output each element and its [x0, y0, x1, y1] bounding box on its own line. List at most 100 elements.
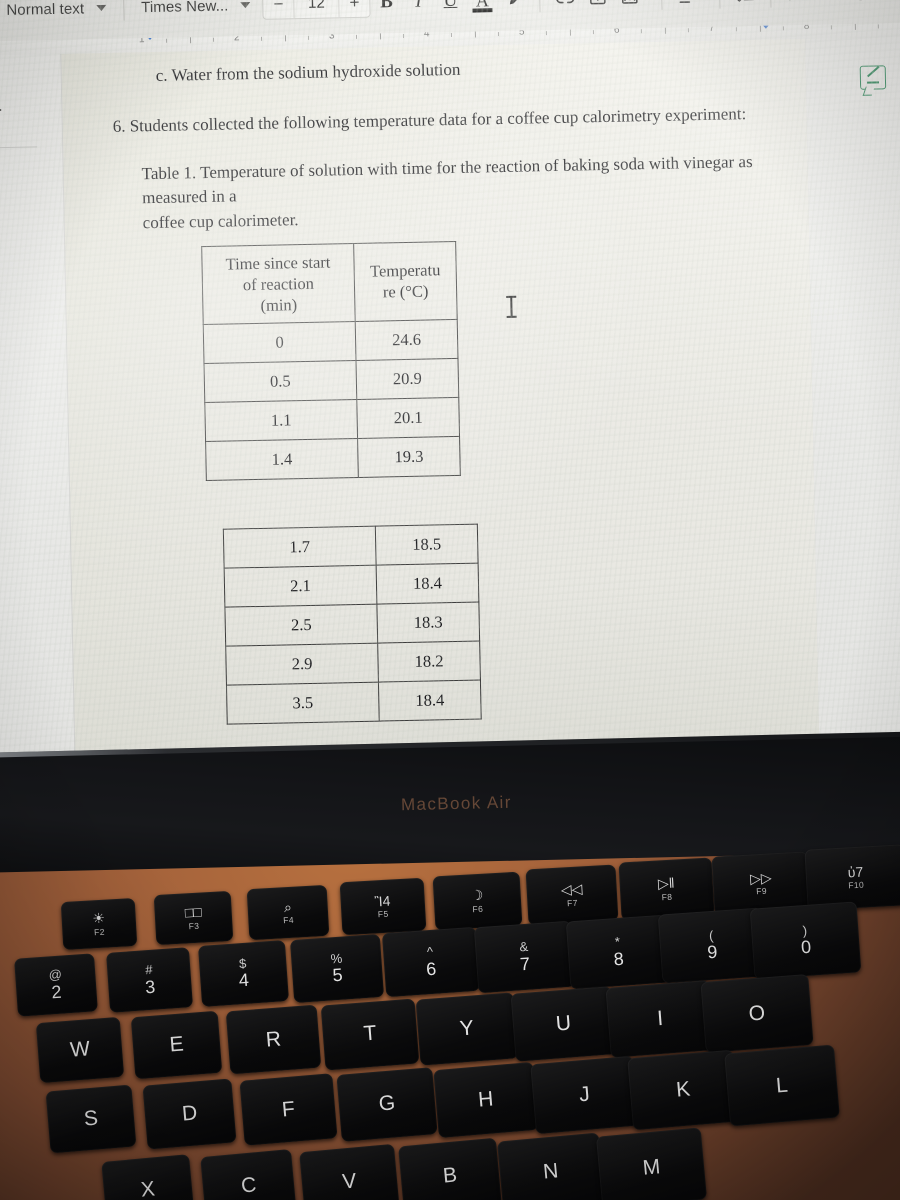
align-left-icon[interactable] — [671, 0, 704, 13]
cell-temperature: 18.3 — [376, 602, 480, 644]
key-v[interactable]: V — [299, 1143, 400, 1200]
insert-image-icon[interactable] — [613, 0, 646, 14]
table-row: 1.7 18.5 — [223, 524, 479, 569]
table-caption-text: Table 1. Temperature of solution with ti… — [141, 152, 753, 208]
key-0[interactable]: ) 0 — [749, 901, 862, 980]
checklist-icon[interactable] — [780, 0, 813, 10]
key-s[interactable]: S — [45, 1084, 137, 1154]
table-header-temperature: Temperatu re (°C) — [353, 241, 458, 322]
key-label: G — [377, 1091, 397, 1117]
key-label: □□ F3 — [184, 903, 203, 932]
key-f5[interactable]: Ἲ4 F5 — [339, 877, 427, 936]
temperature-table-1[interactable]: Time since start of reaction (min) Tempe… — [201, 241, 461, 481]
key-r[interactable]: R — [225, 1004, 322, 1075]
highlight-pen-icon[interactable] — [498, 0, 531, 16]
document-page[interactable]: c. Water from the sodium hydroxide solut… — [61, 34, 821, 810]
key-o[interactable]: O — [700, 973, 814, 1054]
key-label: I — [656, 1006, 664, 1030]
bold-button[interactable]: B — [370, 0, 403, 19]
key-f6[interactable]: ☽ F6 — [432, 871, 523, 931]
key-label: $4 — [238, 955, 250, 991]
key-k[interactable]: K — [627, 1050, 740, 1131]
link-icon[interactable] — [549, 0, 582, 15]
cell-temperature: 18.4 — [376, 563, 479, 605]
cell-temperature: 18.2 — [377, 641, 481, 683]
editing-mode-icon[interactable] — [859, 65, 887, 90]
key-n[interactable]: N — [497, 1132, 605, 1200]
bulleted-list-icon[interactable] — [812, 0, 845, 10]
key-2[interactable]: @2 — [14, 953, 98, 1017]
chevron-down-icon — [96, 4, 107, 12]
key-c[interactable]: C — [200, 1148, 298, 1200]
key-label: Ἲ4 F5 — [374, 892, 391, 920]
key-d[interactable]: D — [142, 1078, 237, 1150]
key-7[interactable]: & 7 — [473, 920, 576, 994]
key-w[interactable]: W — [35, 1016, 125, 1084]
key-f2[interactable]: ☀ F2 — [60, 897, 138, 951]
keyboard[interactable]: ☀ F2 □□ F3 ⌕ F4 Ἲ4 F5 ☽ F6 ◁◁ F7 ▷‖ F8 ▷▷ F9 ὐ7 F10 @2 #3 $4… — [0, 838, 900, 1200]
key-5[interactable]: % 5 — [289, 933, 385, 1003]
key-8[interactable]: * 8 — [565, 914, 671, 989]
outline-divider — [0, 146, 38, 149]
underline-button[interactable]: U — [434, 0, 467, 17]
cell-time: 0.5 — [204, 360, 357, 403]
paragraph-style-dropdown[interactable]: Normal text — [0, 0, 114, 23]
key-i[interactable]: I — [605, 980, 715, 1058]
cell-temperature: 19.3 — [357, 436, 461, 478]
line-spacing-icon[interactable] — [729, 0, 762, 11]
font-size-stepper[interactable]: − 12 + — [262, 0, 371, 20]
font-size-increase-button[interactable]: + — [339, 0, 370, 17]
key-f4[interactable]: ⌕ F4 — [246, 884, 330, 941]
key-label: T — [362, 1021, 378, 1046]
key-4[interactable]: $4 — [197, 940, 289, 1008]
key-b[interactable]: B — [398, 1138, 503, 1200]
key-label: ◁◁ F7 — [560, 880, 583, 909]
ruler-tick — [593, 30, 595, 35]
key-3[interactable]: #3 — [106, 946, 194, 1013]
add-outline-button[interactable]: + — [0, 97, 9, 126]
font-size-decrease-button[interactable]: − — [263, 0, 294, 19]
key-label: % 5 — [330, 950, 344, 986]
cell-time: 2.9 — [225, 643, 379, 686]
font-family-dropdown[interactable]: Times New... — [133, 0, 259, 20]
key-label: ☀ F2 — [91, 909, 106, 938]
key-f3[interactable]: □□ F3 — [153, 891, 234, 946]
key-y[interactable]: Y — [415, 992, 518, 1067]
key-g[interactable]: G — [336, 1067, 438, 1142]
key-label: L — [775, 1072, 789, 1097]
outline-partial-text[interactable]: nent will — [0, 215, 1, 233]
cell-time: 2.5 — [224, 604, 378, 647]
ruler-tick — [783, 26, 785, 31]
add-comment-icon[interactable] — [581, 0, 614, 14]
temperature-table-2[interactable]: 1.7 18.5 2.1 18.4 2.5 18.3 2.9 18.2 3.5 18.4 — [223, 524, 482, 725]
text-color-button[interactable]: A — [466, 0, 499, 17]
key-f10[interactable]: ὐ7 F10 — [804, 844, 900, 911]
key-6[interactable]: ^ 6 — [381, 927, 480, 998]
key-label: ^ 6 — [425, 944, 437, 980]
table-row: 3.5 18.4 — [226, 680, 482, 725]
key-t[interactable]: T — [320, 998, 420, 1071]
macbook-air-label: MacBook Air — [400, 792, 513, 815]
key-label: C — [240, 1172, 258, 1198]
th-time-l3: (min) — [260, 294, 298, 315]
key-label: D — [181, 1101, 199, 1126]
key-m[interactable]: M — [595, 1127, 708, 1200]
key-u[interactable]: U — [510, 986, 617, 1062]
key-h[interactable]: H — [433, 1061, 539, 1139]
italic-button[interactable]: I — [402, 0, 435, 18]
th-time-l1: Time since start — [225, 252, 331, 274]
key-l[interactable]: L — [724, 1044, 840, 1127]
cell-time: 2.1 — [224, 565, 377, 608]
numbered-list-icon[interactable] — [851, 0, 884, 9]
key-e[interactable]: E — [130, 1010, 223, 1079]
key-label: M — [641, 1155, 662, 1180]
key-f[interactable]: F — [239, 1073, 338, 1146]
key-f7[interactable]: ◁◁ F7 — [525, 864, 619, 926]
ruler-tick — [165, 38, 167, 43]
key-x[interactable]: X — [101, 1154, 195, 1200]
key-label: F — [281, 1096, 296, 1121]
decrease-indent-icon[interactable] — [890, 0, 900, 8]
key-j[interactable]: J — [530, 1055, 639, 1135]
font-size-input[interactable]: 12 — [293, 0, 340, 19]
key-label: J — [578, 1082, 591, 1107]
